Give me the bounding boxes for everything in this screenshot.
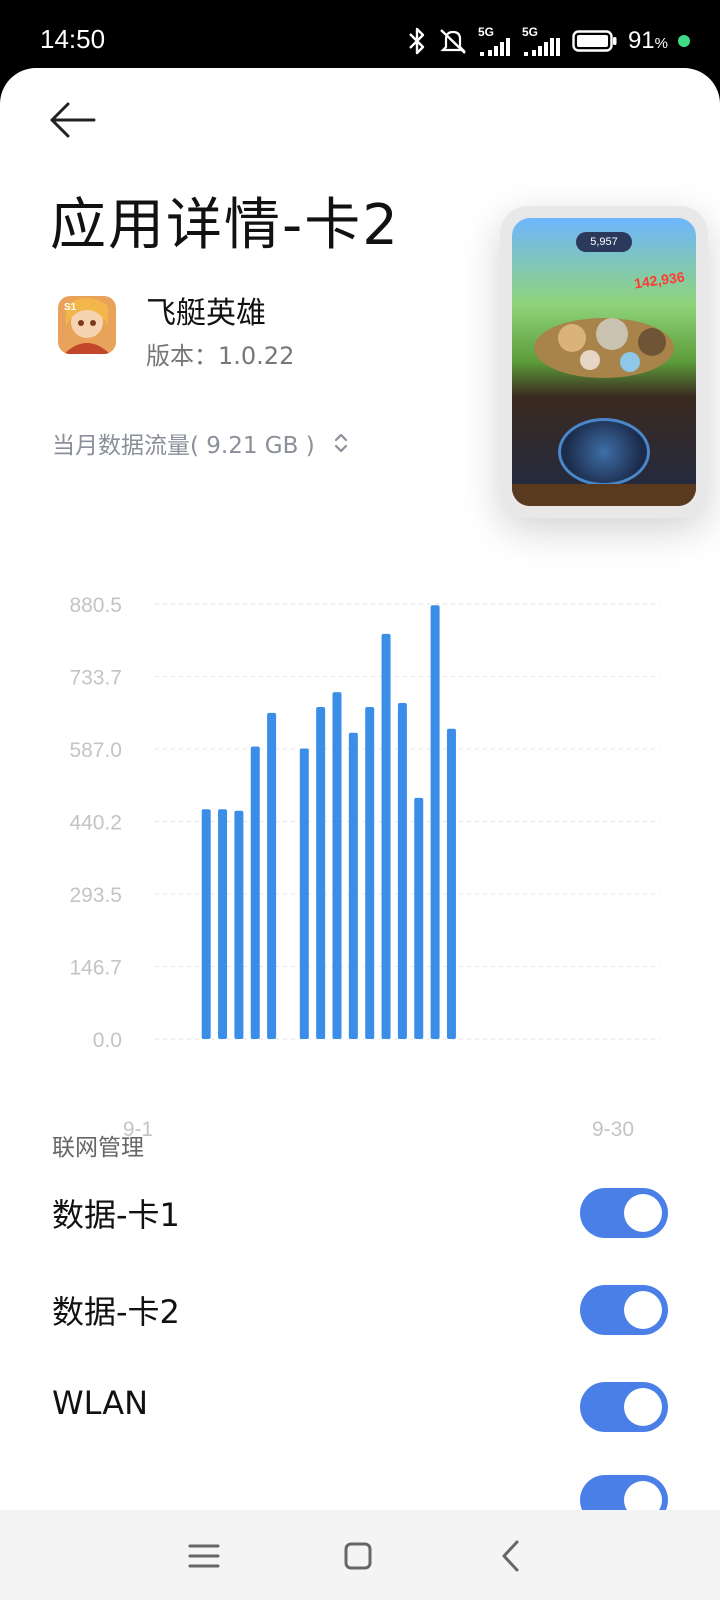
status-time: 14:50: [40, 24, 106, 54]
network-row-sim2: 数据-卡2: [0, 1265, 720, 1355]
nav-back-button[interactable]: [492, 1536, 532, 1576]
app-version: 版本：1.0.22: [146, 342, 295, 370]
usage-bar: [414, 797, 424, 1039]
usage-bar: [218, 809, 228, 1039]
mute-bell-icon: [440, 29, 466, 54]
status-icons: 5G 5G 91%: [406, 24, 690, 58]
status-bar: 14:50 5G 5G 91%: [0, 0, 720, 70]
pip-bottom-bar: [512, 484, 696, 506]
back-arrow-icon: [50, 102, 96, 138]
app-icon: S1: [58, 296, 116, 354]
usage-bar: [234, 810, 244, 1039]
usage-bar: [430, 605, 440, 1039]
usage-bar: [316, 707, 326, 1039]
privacy-indicator-dot: [678, 35, 690, 47]
x-tick-label: 9-30: [592, 1118, 634, 1141]
system-navigation-bar: [0, 1510, 720, 1600]
pip-score: 5,957: [576, 232, 632, 252]
battery-percent: 91%: [627, 27, 668, 54]
battery-icon: [572, 30, 617, 52]
y-tick-label: 733.7: [69, 667, 122, 690]
y-tick-label: 146.7: [69, 957, 122, 980]
signal2-label: 5G: [521, 25, 538, 39]
usage-bar: [332, 692, 342, 1039]
sim2-data-toggle[interactable]: [580, 1285, 668, 1335]
y-tick-label: 440.2: [69, 812, 122, 835]
menu-button[interactable]: [184, 1536, 224, 1576]
home-button[interactable]: [338, 1536, 378, 1576]
page-title: 应用详情-卡2: [50, 193, 400, 258]
usage-bar: [446, 728, 456, 1039]
toggle-knob: [624, 1388, 662, 1426]
chevron-left-icon: [502, 1540, 519, 1572]
usage-period-selector[interactable]: 当月数据流量( 9.21 GB ): [52, 426, 349, 460]
toggle-knob: [624, 1291, 662, 1329]
usage-bar: [365, 707, 375, 1039]
app-name: 飞艇英雄: [146, 296, 266, 331]
signal-strength-icon: [479, 38, 510, 56]
pip-scene: [534, 318, 674, 378]
usage-bar: [250, 746, 260, 1039]
network-label: 数据-卡2: [52, 1293, 180, 1331]
wlan-toggle[interactable]: [580, 1382, 668, 1432]
pip-damage-number: 142,936: [633, 268, 686, 292]
back-button[interactable]: [48, 98, 98, 142]
usage-label: 当月数据流量( 9.21 GB ): [52, 433, 315, 459]
usage-bar: [267, 712, 277, 1039]
usage-bar: [299, 748, 309, 1039]
network-label: WLAN: [52, 1384, 149, 1422]
network-label: 数据-卡1: [52, 1196, 180, 1234]
toggle-knob: [624, 1194, 662, 1232]
usage-bar: [201, 809, 211, 1039]
y-tick-label: 293.5: [69, 884, 122, 907]
network-row-sim1: 数据-卡1: [0, 1168, 720, 1258]
pip-game-window[interactable]: 5,957 142,936: [500, 206, 708, 518]
sim1-data-toggle[interactable]: [580, 1188, 668, 1238]
pip-compass: [558, 418, 650, 486]
usage-bar: [348, 732, 358, 1039]
network-section-label: 联网管理: [52, 1135, 144, 1161]
app-detail-sheet: 应用详情-卡2 S1 飞艇英雄 版本：1.0.22 当月数据流量( 9.21 G…: [0, 68, 720, 1600]
usage-bar: [397, 703, 407, 1039]
signal-strength-icon: [523, 38, 560, 56]
network-row-wlan: WLAN: [0, 1362, 720, 1452]
pip-game-preview: 5,957 142,936: [512, 218, 696, 506]
y-tick-label: 880.5: [69, 594, 122, 617]
menu-icon: [188, 1544, 220, 1568]
bluetooth-icon: [409, 27, 425, 55]
usage-bar-chart: 880.5733.7587.0440.2293.5146.70.09-1 9-30: [69, 594, 660, 1141]
svg-text:S1: S1: [64, 302, 77, 313]
y-tick-label: 587.0: [69, 739, 122, 762]
signal1-label: 5G: [477, 25, 494, 39]
home-square-icon: [344, 1542, 372, 1570]
usage-bar: [381, 633, 391, 1039]
y-tick-label: 0.0: [93, 1029, 122, 1052]
expand-collapse-icon: [334, 433, 347, 453]
